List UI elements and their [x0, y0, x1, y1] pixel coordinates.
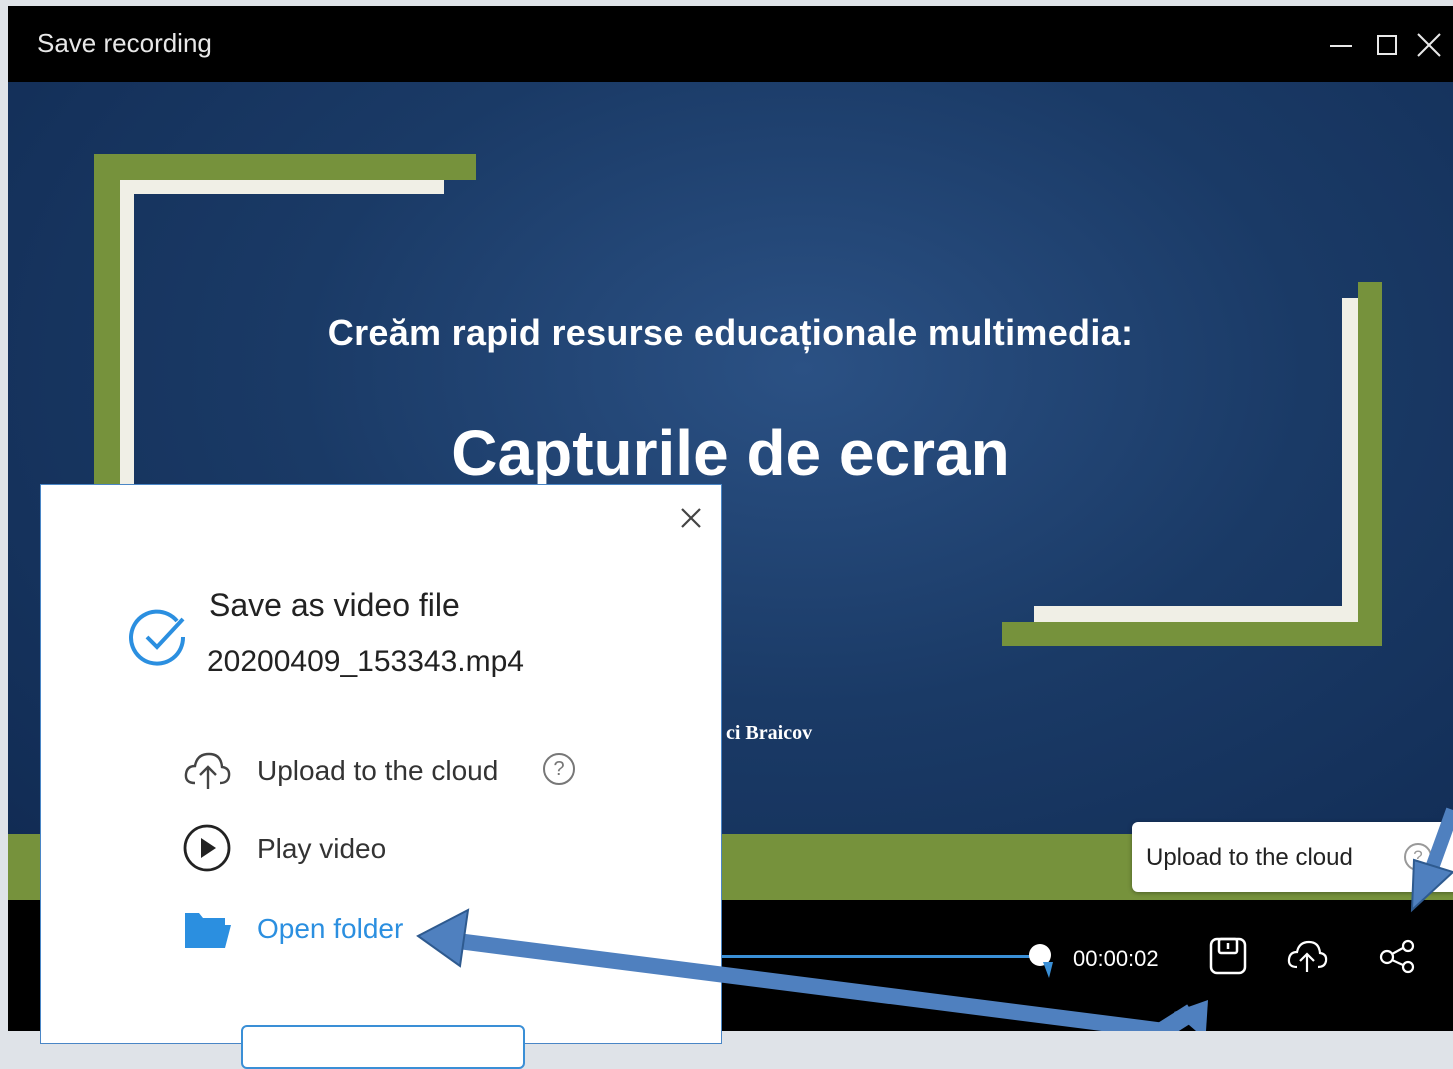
- action-label: Play video: [257, 833, 387, 864]
- play-circle-icon: [183, 824, 231, 872]
- folder-icon: [185, 913, 231, 948]
- save-icon[interactable]: [1206, 934, 1250, 978]
- action-label: Upload to the cloud: [257, 755, 499, 786]
- minimize-icon[interactable]: [1324, 24, 1360, 64]
- check-circle-icon: [129, 609, 186, 666]
- timecode: 00:00:02: [1073, 946, 1159, 971]
- progress-marker-icon: [1043, 962, 1053, 978]
- slide-subtitle: Creăm rapid resurse educaționale multime…: [327, 312, 1134, 353]
- slide-author: ci Braicov: [726, 722, 813, 744]
- close-icon[interactable]: [1410, 24, 1446, 64]
- save-dialog: Save as video file 20200409_153343.mp4 U…: [40, 484, 722, 1069]
- close-icon[interactable]: [673, 500, 709, 536]
- help-icon[interactable]: ?: [1404, 843, 1432, 871]
- dialog-button[interactable]: [241, 1025, 525, 1069]
- title-bar: Save recording: [8, 6, 1453, 82]
- maximize-icon[interactable]: [1370, 24, 1406, 64]
- slide-frame-bar: [120, 180, 444, 194]
- upload-tooltip: Upload to the cloud ?: [1132, 822, 1453, 892]
- progress-bar[interactable]: [712, 955, 1042, 958]
- slide-frame-bar: [1002, 622, 1382, 646]
- help-icon[interactable]: ?: [543, 753, 575, 785]
- action-label: Open folder: [257, 913, 404, 944]
- slide-frame-bar: [1034, 606, 1358, 622]
- tooltip-label: Upload to the cloud: [1146, 844, 1353, 871]
- share-icon[interactable]: [1376, 934, 1420, 978]
- cloud-upload-icon: [184, 752, 231, 789]
- window-title: Save recording: [37, 28, 212, 58]
- slide-title: Capturile de ecran: [451, 417, 1010, 489]
- slide-frame-bar: [94, 154, 476, 180]
- cloud-upload-icon[interactable]: [1285, 934, 1329, 978]
- file-name: 20200409_153343.mp4: [207, 645, 524, 678]
- dialog-heading: Save as video file: [209, 587, 460, 623]
